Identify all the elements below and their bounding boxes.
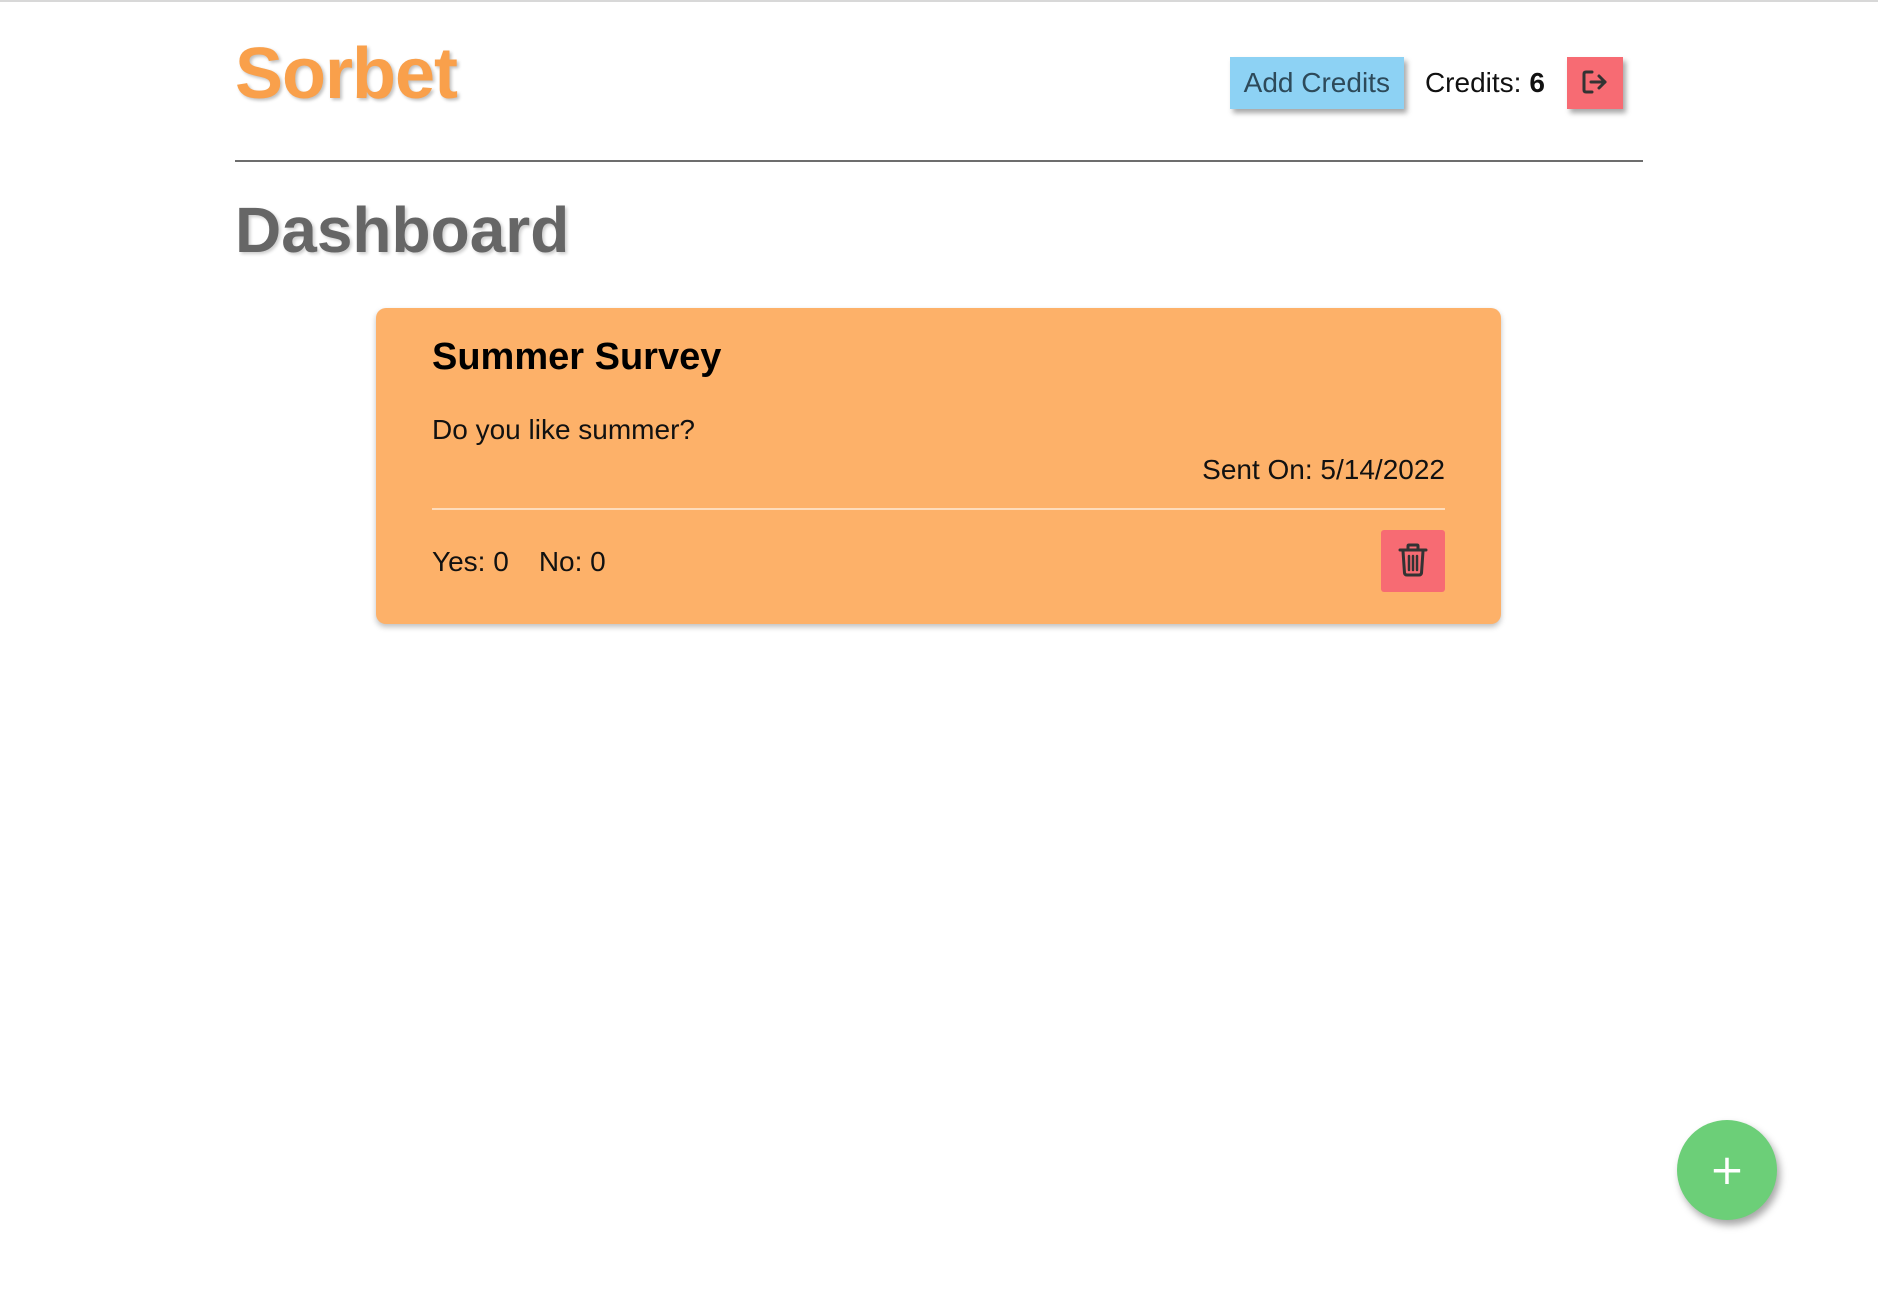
survey-stats: Yes: 0 No: 0: [432, 546, 606, 578]
card-divider: [432, 508, 1445, 510]
no-count: No: 0: [538, 546, 606, 577]
add-survey-fab[interactable]: +: [1677, 1120, 1777, 1220]
brand-logo[interactable]: Sorbet: [235, 38, 458, 110]
delete-survey-button[interactable]: [1381, 530, 1445, 592]
page-title: Dashboard: [235, 194, 570, 266]
sign-out-icon: [1581, 69, 1609, 98]
add-credits-button[interactable]: Add Credits: [1229, 57, 1404, 109]
credits-display: Credits: 6: [1425, 67, 1545, 99]
credits-label: Credits:: [1424, 67, 1522, 98]
survey-title: Summer Survey: [432, 336, 722, 378]
survey-sent-date: Sent On: 5/14/2022: [1202, 454, 1445, 485]
survey-question: Do you like summer?: [432, 414, 695, 445]
survey-card: Summer Survey Do you like summer? Sent O…: [376, 308, 1501, 624]
header-actions: Add Credits Credits: 6: [1229, 56, 1623, 110]
main-container: Sorbet Add Credits Credits: 6 Dashboard: [235, 2, 1643, 262]
header: Sorbet Add Credits Credits: 6: [235, 2, 1643, 162]
credits-value: 6: [1529, 67, 1545, 98]
yes-count: Yes: 0: [432, 546, 509, 577]
logout-button[interactable]: [1567, 57, 1623, 109]
trash-icon: [1398, 543, 1428, 580]
plus-icon: +: [1709, 1145, 1745, 1194]
app-page: Sorbet Add Credits Credits: 6 Dashboard …: [0, 0, 1878, 1312]
